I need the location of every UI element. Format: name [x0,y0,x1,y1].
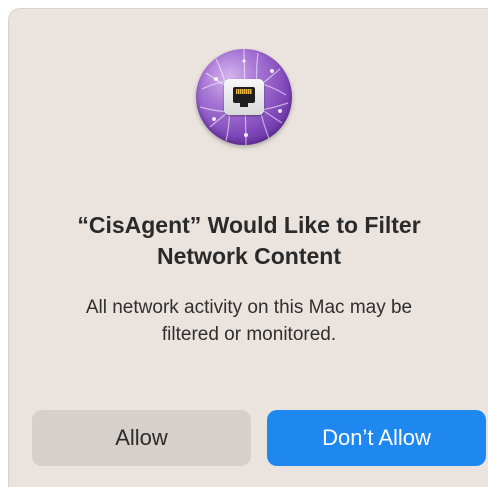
dialog-message: All network activity on this Mac may be … [29,294,469,348]
dialog-message-line-1: All network activity on this Mac may be [85,297,413,318]
dialog-title-line-1: “CisAgent” Would Like to Filter [77,212,421,238]
network-filter-icon [196,49,292,145]
dialog-title-line-2: Network Content [157,243,341,269]
dialog-message-line-2: filtered or monitored. [161,324,337,345]
dont-allow-button[interactable]: Don’t Allow [267,410,486,466]
allow-button[interactable]: Allow [32,410,251,466]
permission-dialog: “CisAgent” Would Like to Filter Network … [8,8,488,487]
ethernet-port-icon [224,79,264,115]
dialog-title: “CisAgent” Would Like to Filter Network … [29,210,469,272]
